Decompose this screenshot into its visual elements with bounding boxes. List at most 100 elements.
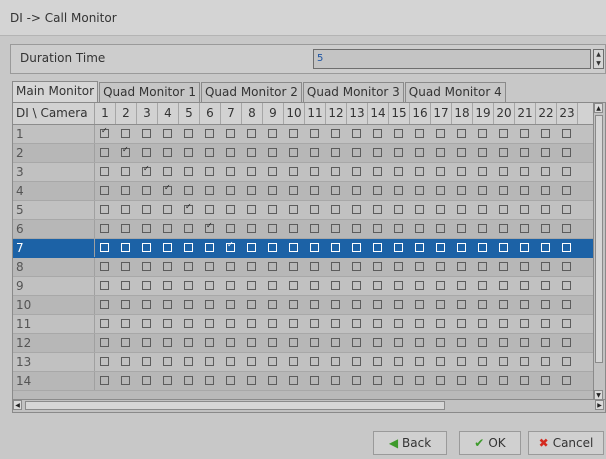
- di-9-camera-3-checkbox[interactable]: [142, 281, 151, 290]
- di-3-camera-2-checkbox[interactable]: [121, 167, 130, 176]
- di-3-camera-18-checkbox[interactable]: [457, 167, 466, 176]
- di-8-camera-22-checkbox[interactable]: [541, 262, 550, 271]
- di-11-camera-1-checkbox[interactable]: [100, 319, 109, 328]
- di-5-camera-14-checkbox[interactable]: [373, 205, 382, 214]
- di-1-camera-9-checkbox[interactable]: [268, 129, 277, 138]
- di-14-camera-22-checkbox[interactable]: [541, 376, 550, 385]
- di-8-camera-3-checkbox[interactable]: [142, 262, 151, 271]
- di-10-camera-21-checkbox[interactable]: [520, 300, 529, 309]
- di-8-camera-18-checkbox[interactable]: [457, 262, 466, 271]
- di-1-camera-22-checkbox[interactable]: [541, 129, 550, 138]
- di-4-camera-22-checkbox[interactable]: [541, 186, 550, 195]
- di-5-camera-21-checkbox[interactable]: [520, 205, 529, 214]
- di-1-camera-13-checkbox[interactable]: [352, 129, 361, 138]
- di-2-camera-22-checkbox[interactable]: [541, 148, 550, 157]
- di-11-camera-3-checkbox[interactable]: [142, 319, 151, 328]
- di-11-camera-7-checkbox[interactable]: [226, 319, 235, 328]
- di-6-camera-20-checkbox[interactable]: [499, 224, 508, 233]
- di-4-camera-10-checkbox[interactable]: [289, 186, 298, 195]
- di-10-camera-7-checkbox[interactable]: [226, 300, 235, 309]
- di-2-camera-14-checkbox[interactable]: [373, 148, 382, 157]
- di-1-camera-21-checkbox[interactable]: [520, 129, 529, 138]
- di-11-camera-17-checkbox[interactable]: [436, 319, 445, 328]
- di-7-camera-17-checkbox[interactable]: [436, 243, 445, 252]
- di-6-camera-15-checkbox[interactable]: [394, 224, 403, 233]
- di-8-camera-14-checkbox[interactable]: [373, 262, 382, 271]
- di-4-camera-9-checkbox[interactable]: [268, 186, 277, 195]
- scroll-up-icon[interactable]: ▲: [594, 103, 603, 113]
- di-7-camera-12-checkbox[interactable]: [331, 243, 340, 252]
- di-6-camera-14-checkbox[interactable]: [373, 224, 382, 233]
- di-3-camera-3-checkbox[interactable]: [142, 164, 151, 176]
- di-9-camera-12-checkbox[interactable]: [331, 281, 340, 290]
- di-9-camera-6-checkbox[interactable]: [205, 281, 214, 290]
- di-14-camera-3-checkbox[interactable]: [142, 376, 151, 385]
- vertical-scrollbar[interactable]: ▲ ▼: [593, 103, 605, 400]
- di-7-camera-16-checkbox[interactable]: [415, 243, 424, 252]
- scroll-left-icon[interactable]: ◀: [13, 400, 22, 410]
- di-11-camera-5-checkbox[interactable]: [184, 319, 193, 328]
- di-13-camera-16-checkbox[interactable]: [415, 357, 424, 366]
- di-3-camera-10-checkbox[interactable]: [289, 167, 298, 176]
- di-9-camera-1-checkbox[interactable]: [100, 281, 109, 290]
- di-4-camera-2-checkbox[interactable]: [121, 186, 130, 195]
- di-6-camera-16-checkbox[interactable]: [415, 224, 424, 233]
- di-13-camera-12-checkbox[interactable]: [331, 357, 340, 366]
- di-11-camera-9-checkbox[interactable]: [268, 319, 277, 328]
- di-10-camera-6-checkbox[interactable]: [205, 300, 214, 309]
- di-4-camera-12-checkbox[interactable]: [331, 186, 340, 195]
- di-5-camera-22-checkbox[interactable]: [541, 205, 550, 214]
- di-6-camera-10-checkbox[interactable]: [289, 224, 298, 233]
- di-3-camera-23-checkbox[interactable]: [562, 167, 571, 176]
- tab-quad-monitor-3[interactable]: Quad Monitor 3: [302, 82, 404, 102]
- di-6-camera-5-checkbox[interactable]: [184, 224, 193, 233]
- di-11-camera-6-checkbox[interactable]: [205, 319, 214, 328]
- di-12-camera-23-checkbox[interactable]: [562, 338, 571, 347]
- di-9-camera-15-checkbox[interactable]: [394, 281, 403, 290]
- di-13-camera-11-checkbox[interactable]: [310, 357, 319, 366]
- di-13-camera-20-checkbox[interactable]: [499, 357, 508, 366]
- di-13-camera-13-checkbox[interactable]: [352, 357, 361, 366]
- di-8-camera-23-checkbox[interactable]: [562, 262, 571, 271]
- di-9-camera-14-checkbox[interactable]: [373, 281, 382, 290]
- di-row-7[interactable]: 7: [13, 239, 595, 258]
- di-2-camera-1-checkbox[interactable]: [100, 148, 109, 157]
- di-5-camera-20-checkbox[interactable]: [499, 205, 508, 214]
- di-7-camera-15-checkbox[interactable]: [394, 243, 403, 252]
- di-13-camera-14-checkbox[interactable]: [373, 357, 382, 366]
- di-8-camera-12-checkbox[interactable]: [331, 262, 340, 271]
- di-row-10[interactable]: 10: [13, 296, 595, 315]
- di-2-camera-3-checkbox[interactable]: [142, 148, 151, 157]
- di-4-camera-3-checkbox[interactable]: [142, 186, 151, 195]
- di-5-camera-13-checkbox[interactable]: [352, 205, 361, 214]
- di-3-camera-17-checkbox[interactable]: [436, 167, 445, 176]
- di-row-4[interactable]: 4: [13, 182, 595, 201]
- horizontal-scroll-thumb[interactable]: [25, 401, 445, 410]
- di-1-camera-7-checkbox[interactable]: [226, 129, 235, 138]
- di-12-camera-10-checkbox[interactable]: [289, 338, 298, 347]
- di-5-camera-6-checkbox[interactable]: [205, 205, 214, 214]
- di-14-camera-11-checkbox[interactable]: [310, 376, 319, 385]
- di-8-camera-20-checkbox[interactable]: [499, 262, 508, 271]
- di-14-camera-1-checkbox[interactable]: [100, 376, 109, 385]
- di-row-1[interactable]: 1: [13, 125, 595, 144]
- di-13-camera-2-checkbox[interactable]: [121, 357, 130, 366]
- vertical-scroll-thumb[interactable]: [595, 115, 603, 363]
- di-9-camera-20-checkbox[interactable]: [499, 281, 508, 290]
- di-3-camera-1-checkbox[interactable]: [100, 167, 109, 176]
- di-11-camera-20-checkbox[interactable]: [499, 319, 508, 328]
- di-11-camera-22-checkbox[interactable]: [541, 319, 550, 328]
- di-12-camera-20-checkbox[interactable]: [499, 338, 508, 347]
- di-8-camera-9-checkbox[interactable]: [268, 262, 277, 271]
- di-1-camera-2-checkbox[interactable]: [121, 129, 130, 138]
- di-1-camera-17-checkbox[interactable]: [436, 129, 445, 138]
- di-11-camera-11-checkbox[interactable]: [310, 319, 319, 328]
- di-7-camera-21-checkbox[interactable]: [520, 243, 529, 252]
- di-11-camera-2-checkbox[interactable]: [121, 319, 130, 328]
- horizontal-scrollbar[interactable]: ◀ ▶: [13, 399, 605, 412]
- di-row-3[interactable]: 3: [13, 163, 595, 182]
- di-5-camera-17-checkbox[interactable]: [436, 205, 445, 214]
- di-5-camera-23-checkbox[interactable]: [562, 205, 571, 214]
- di-3-camera-14-checkbox[interactable]: [373, 167, 382, 176]
- di-2-camera-23-checkbox[interactable]: [562, 148, 571, 157]
